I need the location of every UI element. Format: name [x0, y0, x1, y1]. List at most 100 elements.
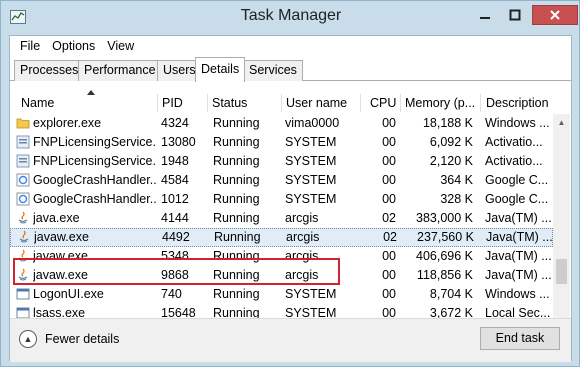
process-status: Running [213, 287, 260, 301]
process-description: Activatio... [485, 154, 543, 168]
process-name: LogonUI.exe [33, 287, 104, 301]
close-button[interactable] [532, 5, 578, 25]
process-user: SYSTEM [285, 135, 337, 149]
table-row[interactable]: GoogleCrashHandler.... 4584 Running SYSTEM 0… [10, 171, 553, 190]
process-status: Running [213, 173, 260, 187]
menu-view[interactable]: View [101, 39, 140, 53]
process-cpu: 00 [382, 268, 396, 282]
column-user-name[interactable]: User name [286, 94, 358, 112]
table-row[interactable]: LogonUI.exe 740 Running SYSTEM 00 8,704 K Wind… [10, 285, 553, 304]
folder-icon [16, 116, 30, 130]
process-memory: 383,000 K [416, 211, 473, 225]
column-memory[interactable]: Memory (p... [405, 94, 477, 112]
table-row[interactable]: lsass.exe 15648 Running SYSTEM 00 3,672 K Loca… [10, 304, 553, 318]
java-icon [16, 211, 30, 225]
process-user: SYSTEM [285, 173, 337, 187]
process-pid: 740 [161, 287, 182, 301]
process-description: Java(TM) ... [485, 268, 552, 282]
column-divider[interactable] [400, 94, 401, 112]
end-task-button[interactable]: End task [480, 327, 560, 350]
column-cpu[interactable]: CPU [370, 94, 398, 112]
process-pid: 1948 [161, 154, 189, 168]
process-description: Java(TM) ... [485, 211, 552, 225]
process-cpu: 00 [382, 287, 396, 301]
process-cpu: 00 [382, 173, 396, 187]
process-user: SYSTEM [285, 287, 337, 301]
process-description: Google C... [485, 173, 549, 187]
column-divider[interactable] [480, 94, 481, 112]
process-memory: 3,672 K [429, 306, 473, 318]
column-status[interactable]: Status [212, 94, 280, 112]
process-memory: 406,696 K [416, 249, 473, 263]
process-status: Running [213, 135, 260, 149]
minimize-button[interactable] [471, 5, 499, 25]
scroll-up-button[interactable]: ▲ [553, 114, 570, 131]
table-row[interactable]: GoogleCrashHandler.... 1012 Running SYSTEM 0… [10, 190, 553, 209]
table-row[interactable]: FNPLicensingService... 13080 Running SYSTEM… [10, 133, 553, 152]
process-memory: 6,092 K [429, 135, 473, 149]
process-memory: 8,704 K [429, 287, 473, 301]
menu-bar: File Options View [10, 36, 571, 56]
process-cpu: 00 [382, 135, 396, 149]
process-name: GoogleCrashHandler.... [33, 192, 157, 206]
tab-services[interactable]: Services [243, 60, 303, 81]
process-pid: 13080 [161, 135, 196, 149]
process-description: Java(TM) ... [485, 249, 552, 263]
process-pid: 4144 [161, 211, 189, 225]
process-cpu: 00 [382, 306, 396, 318]
client-area: File Options View Processes Performance … [9, 35, 572, 362]
process-cpu: 00 [382, 154, 396, 168]
process-user: SYSTEM [285, 192, 337, 206]
process-cpu: 00 [382, 116, 396, 130]
title-bar[interactable]: Task Manager [1, 1, 579, 35]
fewer-details-button[interactable]: ▲ Fewer details [19, 328, 119, 350]
fewer-details-label: Fewer details [45, 332, 120, 346]
column-name[interactable]: Name [21, 94, 157, 112]
task-manager-window: Task Manager File Options View Processes… [0, 0, 580, 367]
maximize-icon [509, 9, 521, 21]
table-row[interactable]: FNPLicensingService... 1948 Running SYSTEM 0… [10, 152, 553, 171]
window-icon [16, 306, 30, 318]
process-pid: 4492 [162, 230, 190, 244]
column-divider[interactable] [360, 94, 361, 112]
window-icon [16, 287, 30, 301]
process-status: Running [213, 306, 260, 318]
scrollbar-thumb[interactable] [556, 259, 567, 284]
table-row[interactable]: explorer.exe 4324 Running vima0000 00 18,188 … [10, 114, 553, 133]
process-status: Running [213, 154, 260, 168]
process-status: Running [213, 116, 260, 130]
process-cpu: 02 [382, 211, 396, 225]
table-row[interactable]: java.exe 4144 Running arcgis 02 383,000 K Java… [10, 209, 553, 228]
column-description[interactable]: Description [486, 94, 552, 112]
process-memory: 237,560 K [417, 230, 474, 244]
process-cpu: 00 [382, 249, 396, 263]
process-pid: 4324 [161, 116, 189, 130]
maximize-button[interactable] [501, 5, 529, 25]
process-pid: 4584 [161, 173, 189, 187]
process-description: Java(TM) ... [486, 230, 553, 244]
tab-processes[interactable]: Processes [14, 60, 85, 81]
column-pid[interactable]: PID [162, 94, 206, 112]
process-name: FNPLicensingService... [33, 154, 157, 168]
minimize-icon [480, 17, 490, 19]
process-name: explorer.exe [33, 116, 102, 130]
process-user: SYSTEM [285, 306, 337, 318]
tab-performance[interactable]: Performance [78, 60, 162, 81]
process-description: Activatio... [485, 135, 543, 149]
close-icon [550, 10, 560, 20]
vertical-scrollbar[interactable]: ▲ [553, 114, 570, 318]
process-memory: 328 K [440, 192, 473, 206]
tab-details[interactable]: Details [195, 57, 246, 82]
process-memory: 2,120 K [429, 154, 473, 168]
column-divider[interactable] [157, 94, 158, 112]
chevron-up-icon: ▲ [19, 330, 37, 348]
process-name: lsass.exe [33, 306, 86, 318]
column-divider[interactable] [207, 94, 208, 112]
process-description: Windows ... [485, 287, 550, 301]
service-icon [16, 135, 30, 149]
table-row-selected[interactable]: javaw.exe 4492 Running arcgis 02 237,560 K Jav… [10, 228, 553, 247]
process-description: Windows ... [485, 116, 550, 130]
column-divider[interactable] [281, 94, 282, 112]
menu-file[interactable]: File [14, 39, 46, 53]
menu-options[interactable]: Options [46, 39, 101, 53]
